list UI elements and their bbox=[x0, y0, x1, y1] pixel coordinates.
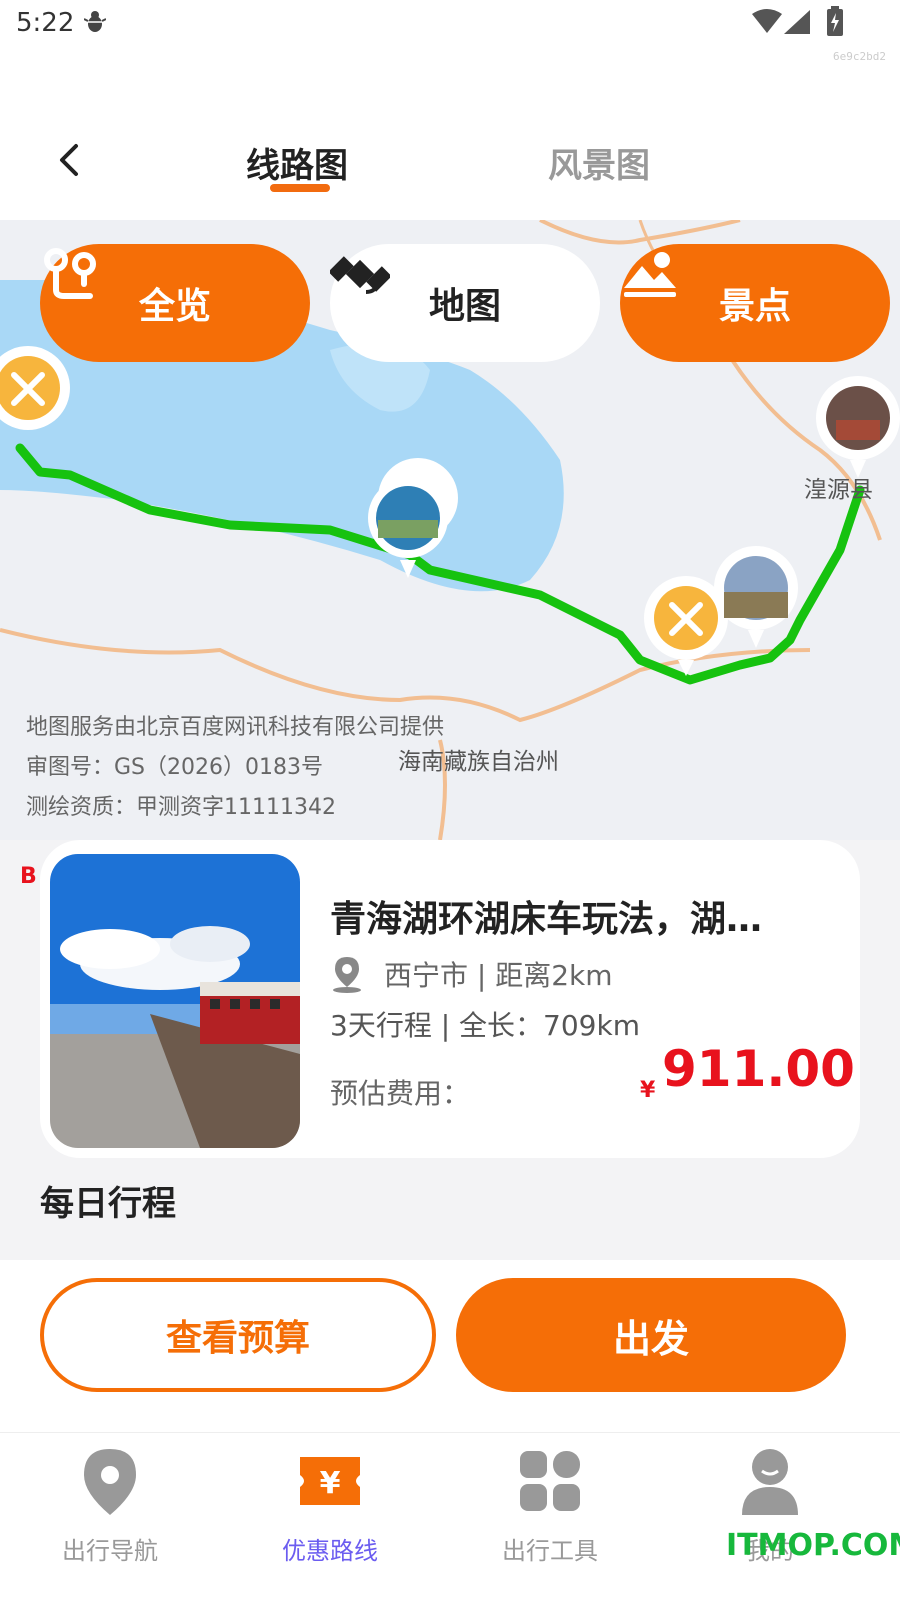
cost-currency: ¥ bbox=[640, 1078, 656, 1103]
nav-label: 出行工具 bbox=[502, 1537, 598, 1565]
bottom-nav: 出行导航 ¥ 优惠路线 出行工具 我的 bbox=[0, 1432, 900, 1600]
mountain-sun-icon bbox=[624, 252, 676, 297]
map-mode-button[interactable]: 地图 bbox=[330, 244, 600, 362]
status-bar: 5:22 bbox=[0, 0, 900, 50]
overview-button-label: 全览 bbox=[138, 286, 211, 327]
overview-button[interactable]: 全览 bbox=[40, 244, 310, 362]
scenic-spots-button-label: 景点 bbox=[718, 286, 791, 327]
route-map[interactable]: 湟源县 海南藏族自治州 全览 地图 景点 地图服务由北京百度网讯科技有限公司提供… bbox=[0, 220, 900, 840]
map-credit-line: 地图服务由北京百度网讯科技有限公司提供 bbox=[26, 715, 445, 740]
debug-bug-icon bbox=[84, 11, 106, 32]
nav-item-travel-navigation[interactable]: 出行导航 bbox=[20, 1445, 200, 1575]
back-arrow-icon[interactable] bbox=[50, 140, 90, 180]
depart-button[interactable]: 出发 bbox=[456, 1278, 846, 1392]
route-location: 西宁市 | 距离2km bbox=[330, 954, 613, 994]
map-marker-temple-photo[interactable] bbox=[816, 376, 900, 478]
tab-scenery-map[interactable]: 风景图 bbox=[548, 138, 650, 187]
yen-ticket-icon: ¥ bbox=[300, 1457, 360, 1505]
status-time: 5:22 bbox=[16, 8, 75, 38]
active-tab-indicator bbox=[270, 184, 330, 192]
route-badge: B bbox=[20, 864, 37, 889]
nav-item-discount-routes[interactable]: ¥ 优惠路线 bbox=[240, 1445, 420, 1575]
scenic-spots-button[interactable]: 景点 bbox=[620, 244, 890, 362]
battery-charging-icon bbox=[827, 6, 843, 36]
map-marker-grassland-photo[interactable] bbox=[714, 546, 798, 648]
route-overview-icon bbox=[44, 248, 96, 299]
cost-value: 911.00 bbox=[662, 1040, 855, 1098]
location-pin-icon bbox=[84, 1449, 136, 1515]
route-title: 青海湖环湖床车玩法，湖… bbox=[330, 899, 763, 940]
map-label-huangyuan: 湟源县 bbox=[804, 477, 873, 503]
wifi-icon bbox=[752, 9, 782, 33]
grid-apps-icon bbox=[520, 1451, 580, 1511]
satellite-icon bbox=[330, 256, 390, 294]
route-trip-info: 3天行程 | 全长：709km bbox=[330, 1009, 640, 1042]
map-credits: 地图服务由北京百度网讯科技有限公司提供 审图号：GS（2026）0183号 测绘… bbox=[26, 708, 444, 828]
location-pin-icon bbox=[333, 957, 361, 993]
page-header: 线路图 风景图 bbox=[0, 120, 900, 220]
nav-label: 出行导航 bbox=[62, 1537, 158, 1565]
build-id: 6e9c2bd2 bbox=[833, 50, 886, 63]
route-thumbnail bbox=[50, 854, 300, 1148]
tab-route-map[interactable]: 线路图 bbox=[246, 138, 348, 187]
user-icon bbox=[742, 1449, 798, 1515]
map-credit-line: 审图号：GS（2026）0183号 bbox=[26, 755, 323, 780]
route-card[interactable]: 青海湖环湖床车玩法，湖… 西宁市 | 距离2km 3天行程 | 全长：709km… bbox=[40, 840, 860, 1158]
nav-label: 优惠路线 bbox=[282, 1537, 378, 1565]
nav-item-travel-tools[interactable]: 出行工具 bbox=[460, 1445, 640, 1575]
signal-icon bbox=[784, 10, 810, 34]
daily-itinerary-title: 每日行程 bbox=[40, 1184, 176, 1224]
map-credit-line: 测绘资质：甲测资字11111342 bbox=[26, 795, 336, 820]
cost-label: 预估费用： bbox=[330, 1077, 471, 1110]
route-location-text: 西宁市 | 距离2km bbox=[384, 959, 613, 992]
svg-text:¥: ¥ bbox=[320, 1466, 341, 1501]
map-mode-button-label: 地图 bbox=[428, 286, 501, 327]
view-budget-button[interactable]: 查看预算 bbox=[40, 1278, 436, 1392]
site-watermark: ITMOP.COM bbox=[726, 1528, 900, 1563]
